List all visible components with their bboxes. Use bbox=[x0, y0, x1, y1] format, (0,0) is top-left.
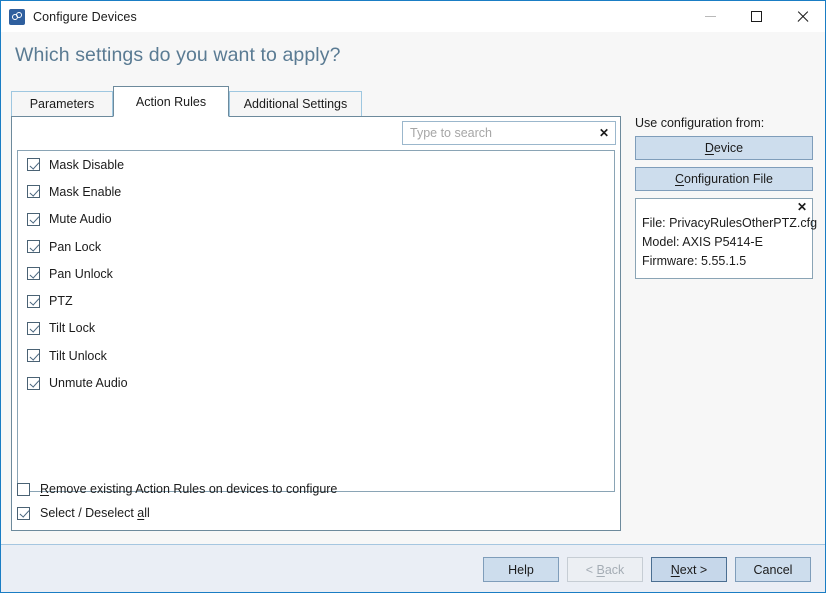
list-item-label: Tilt Lock bbox=[49, 321, 96, 336]
info-firmware: Firmware: 5.55.1.5 bbox=[642, 254, 747, 268]
list-item-label: Pan Unlock bbox=[49, 266, 113, 281]
maximize-icon bbox=[750, 11, 762, 22]
list-item[interactable]: Unmute Audio bbox=[18, 369, 614, 396]
tab-action-rules[interactable]: Action Rules bbox=[113, 86, 229, 117]
configuration-file-button-label: Configuration File bbox=[675, 172, 773, 186]
list-item[interactable]: Pan Unlock bbox=[18, 260, 614, 287]
remove-existing-rules-option[interactable]: Remove existing Action Rules on devices … bbox=[17, 477, 615, 501]
footer-button-group: Help < Back Next > Cancel bbox=[483, 557, 811, 582]
next-button[interactable]: Next > bbox=[651, 557, 727, 582]
use-configuration-from-panel: Use configuration from: Device Configura… bbox=[635, 116, 818, 279]
help-button-label: Help bbox=[508, 562, 534, 577]
info-model: Model: AXIS P5414-E bbox=[642, 235, 763, 249]
action-rules-panel: Type to search ✕ Mask Disable Mask Enabl… bbox=[11, 116, 621, 531]
action-rules-list[interactable]: Mask Disable Mask Enable Mute Audio Pan … bbox=[17, 150, 615, 492]
list-item[interactable]: Tilt Lock bbox=[18, 315, 614, 342]
checkbox[interactable] bbox=[27, 267, 40, 281]
select-deselect-all-label: Select / Deselect all bbox=[40, 506, 150, 520]
minimize-icon bbox=[704, 16, 716, 17]
close-icon bbox=[796, 10, 809, 23]
tab-action-rules-label: Action Rules bbox=[135, 94, 207, 109]
title-bar: Configure Devices bbox=[1, 1, 825, 32]
close-button[interactable] bbox=[779, 1, 825, 32]
list-item[interactable]: Pan Lock bbox=[18, 233, 614, 260]
checkbox[interactable] bbox=[27, 321, 40, 335]
configuration-file-button[interactable]: Configuration File bbox=[635, 167, 813, 191]
remove-existing-rules-label: Remove existing Action Rules on devices … bbox=[40, 482, 338, 496]
list-item-label: Tilt Unlock bbox=[49, 348, 107, 363]
device-button[interactable]: Device bbox=[635, 136, 813, 160]
window-title: Configure Devices bbox=[33, 9, 137, 24]
back-button-label: < Back bbox=[585, 562, 625, 577]
list-item-label: Unmute Audio bbox=[49, 376, 128, 391]
dialog-footer: Help < Back Next > Cancel bbox=[1, 544, 825, 592]
tab-parameters[interactable]: Parameters bbox=[11, 91, 113, 116]
next-button-label: Next > bbox=[670, 562, 708, 577]
list-item[interactable]: Mask Disable bbox=[18, 151, 614, 178]
list-item-label: Mask Disable bbox=[49, 157, 125, 172]
help-button[interactable]: Help bbox=[483, 557, 559, 582]
checkbox[interactable] bbox=[27, 294, 40, 308]
tab-additional-settings-label: Additional Settings bbox=[243, 97, 348, 111]
search-box[interactable]: Type to search ✕ bbox=[402, 121, 616, 145]
cancel-button[interactable]: Cancel bbox=[735, 557, 811, 582]
clear-search-icon[interactable]: ✕ bbox=[593, 122, 615, 144]
tab-parameters-label: Parameters bbox=[29, 97, 95, 111]
list-item-label: Mute Audio bbox=[49, 212, 112, 227]
info-file: File: PrivacyRulesOtherPTZ.cfg bbox=[642, 216, 818, 230]
configure-devices-window: Configure Devices Which settings do you … bbox=[0, 0, 826, 593]
select-deselect-all-option[interactable]: Select / Deselect all bbox=[17, 501, 615, 525]
minimize-button[interactable] bbox=[687, 1, 733, 32]
configuration-info-box: ✕ File: PrivacyRulesOtherPTZ.cfg Model: … bbox=[635, 198, 818, 279]
checkbox[interactable] bbox=[27, 349, 40, 363]
link-chain-icon bbox=[9, 8, 25, 25]
checkbox[interactable] bbox=[27, 185, 40, 199]
cancel-button-label: Cancel bbox=[753, 562, 793, 577]
checkbox[interactable] bbox=[17, 482, 30, 496]
checkbox[interactable] bbox=[17, 506, 30, 520]
back-button: < Back bbox=[567, 557, 643, 582]
checkbox[interactable] bbox=[27, 212, 40, 226]
checkbox[interactable] bbox=[27, 158, 40, 172]
tab-additional-settings[interactable]: Additional Settings bbox=[229, 91, 362, 116]
list-item-label: Mask Enable bbox=[49, 184, 122, 199]
list-item[interactable]: Mute Audio bbox=[18, 206, 614, 233]
page-title: Which settings do you want to apply? bbox=[15, 44, 341, 66]
checkbox[interactable] bbox=[27, 376, 40, 390]
bottom-options: Remove existing Action Rules on devices … bbox=[17, 477, 615, 525]
dialog-body: Parameters Action Rules Additional Setti… bbox=[1, 82, 825, 544]
search-input[interactable]: Type to search bbox=[403, 126, 593, 140]
window-controls bbox=[687, 1, 825, 32]
maximize-button[interactable] bbox=[733, 1, 779, 32]
list-item[interactable]: PTZ bbox=[18, 287, 614, 314]
device-button-label: Device bbox=[704, 141, 744, 155]
list-item-label: PTZ bbox=[49, 294, 73, 309]
close-info-icon[interactable]: ✕ bbox=[797, 201, 807, 213]
list-item-label: Pan Lock bbox=[49, 239, 102, 254]
use-configuration-from-label: Use configuration from: bbox=[635, 116, 765, 130]
list-item[interactable]: Tilt Unlock bbox=[18, 342, 614, 369]
checkbox[interactable] bbox=[27, 240, 40, 254]
list-item[interactable]: Mask Enable bbox=[18, 178, 614, 205]
header-band: Which settings do you want to apply? bbox=[1, 32, 825, 82]
